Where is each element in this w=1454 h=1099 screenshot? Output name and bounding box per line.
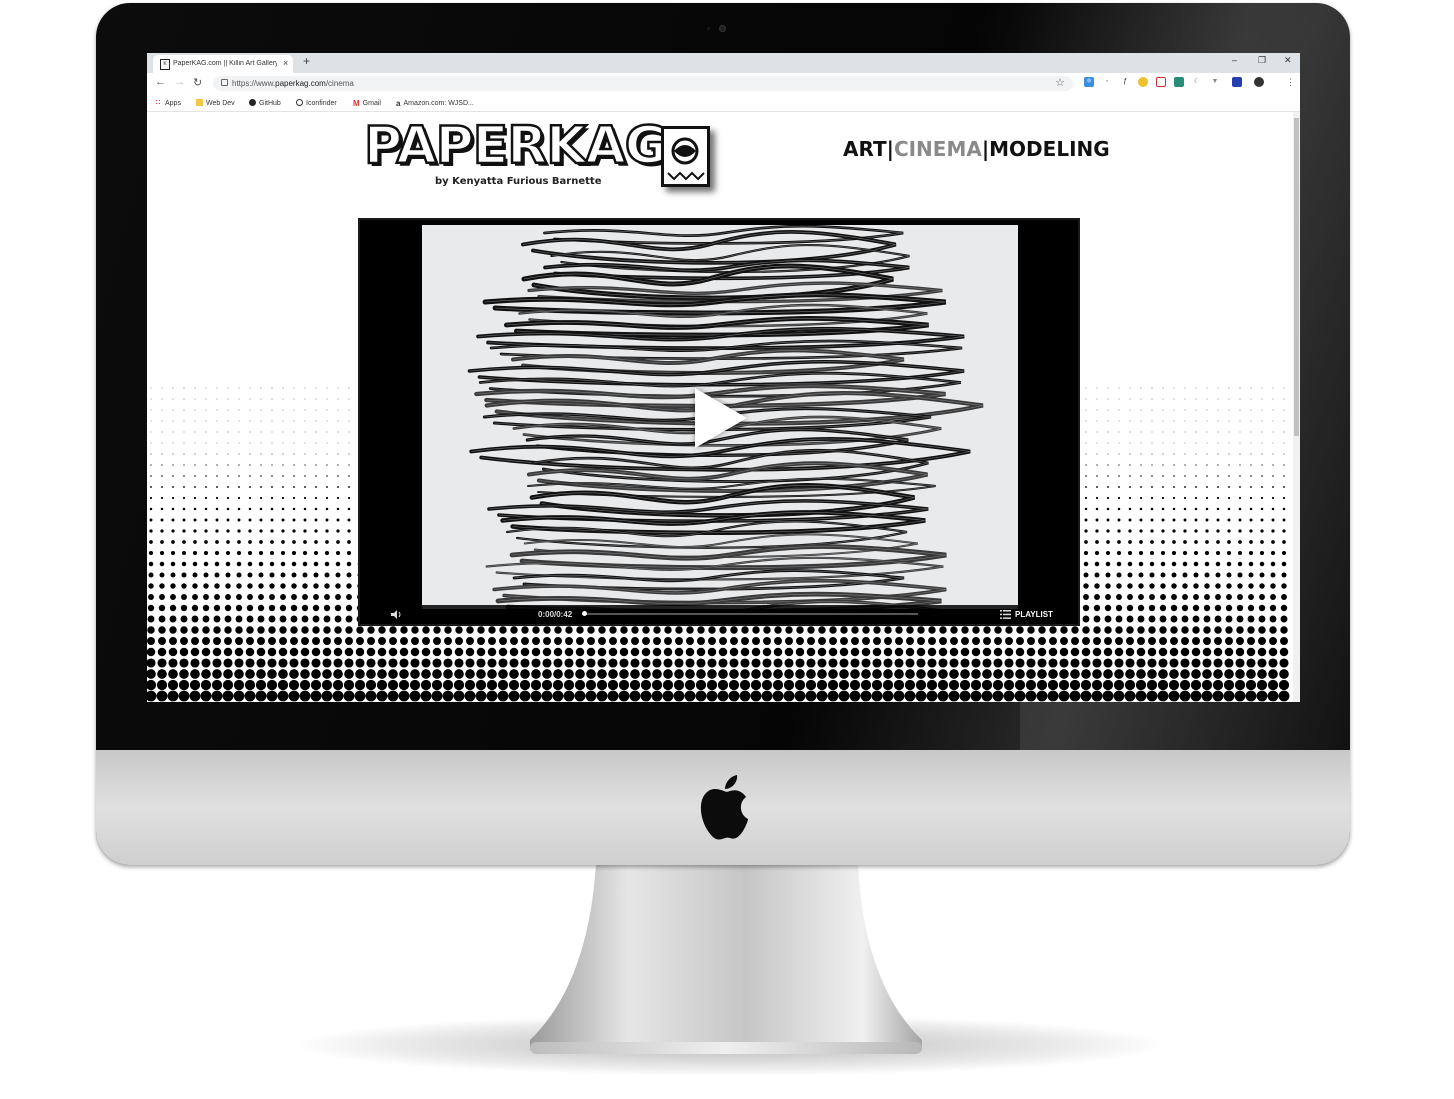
extension-cal-icon[interactable] <box>1156 77 1166 87</box>
tab-close-button[interactable]: × <box>283 58 288 68</box>
volume-icon[interactable] <box>390 609 402 620</box>
gmail-icon: M <box>353 99 360 108</box>
bookmark-iconfinder[interactable]: Iconfinder <box>296 99 337 107</box>
bookmark-label: Amazon.com: WJSD... <box>403 100 474 107</box>
restore-icon[interactable]: ❐ <box>1258 55 1266 66</box>
scrollbar-thumb[interactable] <box>1294 118 1299 436</box>
video-frame[interactable] <box>422 225 1018 609</box>
nav-modeling[interactable]: MODELING <box>989 137 1110 161</box>
playlist-icon[interactable] <box>1000 610 1011 619</box>
lock-icon <box>221 79 228 86</box>
extension-smile-icon[interactable] <box>1138 77 1148 87</box>
amazon-icon: a <box>396 99 401 108</box>
bookmark-amazon[interactable]: a Amazon.com: WJSD... <box>396 99 474 108</box>
video-controls: 0:00/0:42 PLAYLIST <box>360 605 1078 624</box>
bookmark-label: Iconfinder <box>306 100 337 107</box>
extension-vue-icon[interactable]: ▼ <box>1210 77 1220 87</box>
playlist-button[interactable]: PLAYLIST <box>1015 610 1053 619</box>
bookmark-github[interactable]: GitHub <box>249 99 281 107</box>
extension-signal-icon[interactable]: ◦ <box>1102 77 1112 87</box>
bookmark-label: Gmail <box>362 100 381 107</box>
bookmarks-bar: Apps Web Dev GitHub Iconfinder M Gmail aA… <box>147 94 1300 112</box>
url-text: https://www.paperkag.com/cinema <box>232 79 354 88</box>
nav-separator: | <box>886 137 894 161</box>
menu-kebab-icon[interactable]: ⋮ <box>1286 77 1295 88</box>
mask-emblem-icon <box>667 137 705 181</box>
imac-chin <box>96 750 1350 865</box>
bookmark-apps[interactable]: Apps <box>155 99 181 107</box>
window-close-icon[interactable]: ✕ <box>1284 55 1292 66</box>
apple-logo-icon <box>700 775 748 840</box>
browser-window: K PaperKAG.com || Killin Art Gallery × +… <box>147 53 1300 702</box>
video-player[interactable]: 0:00/0:42 PLAYLIST <box>358 218 1080 626</box>
address-bar[interactable]: https://www.paperkag.com/cinema ☆ <box>213 76 1073 91</box>
tab-title: PaperKAG.com || Killin Art Gallery <box>173 60 277 67</box>
url-host: paperkag.com <box>275 79 326 88</box>
new-tab-button[interactable]: + <box>303 54 310 68</box>
bookmark-label: Apps <box>165 100 181 107</box>
web-page: PAPERKAG by Kenyatta Furious Barnette AR… <box>147 112 1300 702</box>
extension-grid-icon[interactable] <box>1174 77 1184 87</box>
bookmark-gmail[interactable]: M Gmail <box>353 99 381 108</box>
play-icon[interactable] <box>695 388 747 448</box>
profile-avatar[interactable] <box>1254 77 1264 87</box>
bookmark-label: GitHub <box>259 100 281 107</box>
star-icon[interactable]: ☆ <box>1055 76 1065 89</box>
reload-icon[interactable]: ↻ <box>193 76 202 89</box>
forward-icon[interactable]: → <box>174 76 185 88</box>
minimize-icon[interactable]: – <box>1232 55 1237 65</box>
progress-knob[interactable] <box>582 611 587 616</box>
iconfinder-icon <box>296 99 303 106</box>
logo-badge <box>661 126 710 187</box>
url-path: /cinema <box>325 79 354 88</box>
github-icon <box>249 99 256 106</box>
extension-font-icon[interactable]: ƒ <box>1120 77 1130 87</box>
extension-react-icon[interactable]: ⚛ <box>1084 77 1094 87</box>
favicon-icon: K <box>160 59 170 70</box>
imac-stand <box>530 864 922 1054</box>
bookmark-label: Web Dev <box>206 100 235 107</box>
folder-icon <box>196 99 203 106</box>
tab-bar: K PaperKAG.com || Killin Art Gallery × +… <box>147 53 1300 73</box>
progress-bar[interactable] <box>584 613 918 615</box>
site-byline: by Kenyatta Furious Barnette <box>435 176 602 187</box>
camera-sensor <box>707 27 710 30</box>
apps-grid-icon <box>155 99 162 106</box>
nav-cinema[interactable]: CINEMA <box>894 137 982 161</box>
main-nav: ART|CINEMA|MODELING <box>843 137 1110 161</box>
scrollbar[interactable] <box>1293 112 1300 702</box>
extension-moon-icon[interactable]: ☾ <box>1192 77 1202 87</box>
site-logo-text[interactable]: PAPERKAG <box>363 117 669 176</box>
toolbar: ← → ↻ https://www.paperkag.com/cinema ☆ … <box>147 73 1300 94</box>
tab-active[interactable]: K PaperKAG.com || Killin Art Gallery × <box>153 55 293 73</box>
back-icon[interactable]: ← <box>155 76 166 88</box>
extension-info-icon[interactable] <box>1232 77 1242 87</box>
time-display: 0:00/0:42 <box>538 610 573 619</box>
camera-icon <box>719 25 726 32</box>
nav-art[interactable]: ART <box>843 137 887 161</box>
url-scheme: https://www. <box>232 79 276 88</box>
bookmark-webdev[interactable]: Web Dev <box>196 99 235 107</box>
